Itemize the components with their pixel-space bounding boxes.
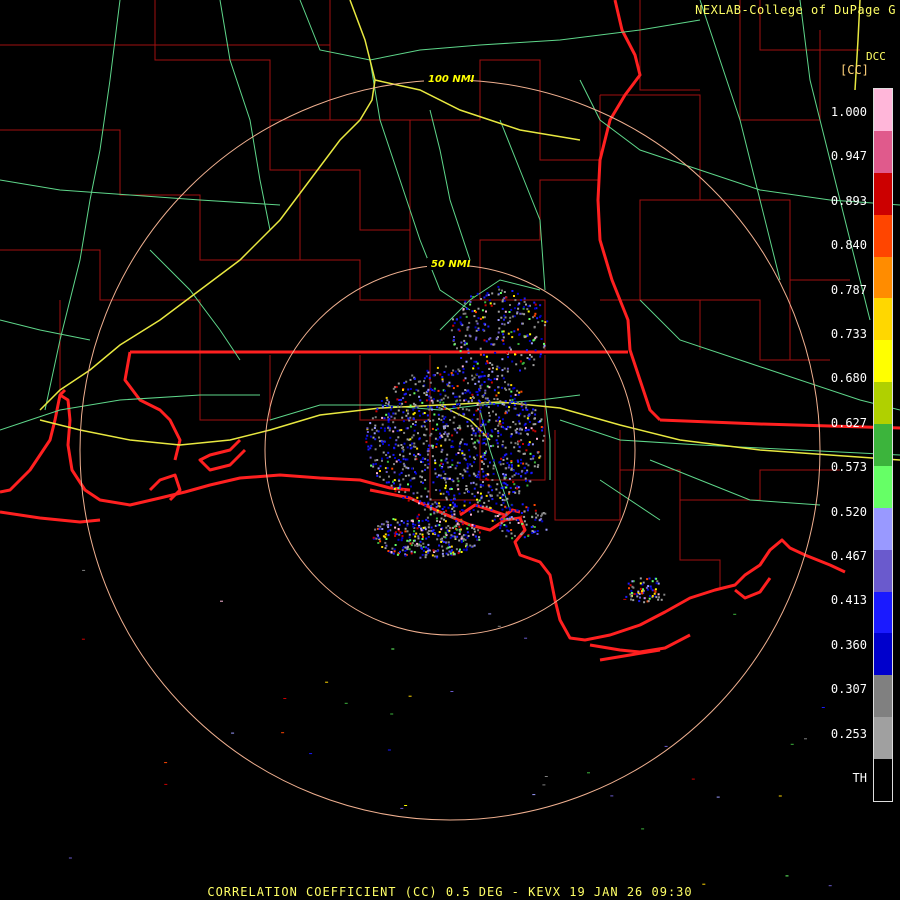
colorbar-segment [874,214,892,257]
colorbar [873,88,893,802]
colorbar-segment [874,675,892,718]
colorbar-segment [874,130,892,173]
colorbar-tick-label: 0.520 [830,504,867,519]
range-ring-label-50: 50 NMI [431,259,471,270]
colorbar-tick-label: 0.467 [830,549,867,563]
colorbar-tick-label: 0.680 [830,371,867,386]
colorbar-segment [874,256,892,299]
colorbar-tick-label: 0.893 [830,193,867,208]
colorbar-tick-label: 0.253 [830,726,867,741]
colorbar-segment [874,298,892,341]
radar-map: 100 NMI 50 NMI [0,0,900,900]
credit-text: NEXLAB-College of DuPage G [695,3,896,17]
colorbar-tick-label: 0.307 [830,682,867,697]
colorbar-tick-label: 0.787 [830,282,867,297]
colorbar-tick-label: 0.733 [830,327,867,341]
colorbar-segment [874,382,892,424]
colorbar-tick-label: 0.627 [830,415,867,430]
colorbar-tick-label: 0.360 [830,637,867,652]
product-title: CORRELATION COEFFICIENT (CC) 0.5 DEG - K… [207,885,693,899]
colorbar-unit: [CC] [840,63,869,77]
colorbar-segment [874,424,892,466]
colorbar-segment [874,172,892,215]
range-ring-label-100: 100 NMI [428,74,475,85]
credit-mark: G [888,3,896,17]
colorbar-segment [874,340,892,383]
colorbar-tick-label: TH [852,771,867,785]
colorbar-segment [874,633,892,676]
colorbar-tick-label: 0.413 [830,593,867,608]
colorbar-tick-label: 0.840 [830,238,867,253]
station-code: DCC [866,50,886,63]
colorbar-tick-label: 0.573 [830,460,867,475]
colorbar-tick-label: 0.947 [830,149,867,164]
colorbar-segment [874,717,892,759]
colorbar-segment [874,759,892,801]
colorbar-tick-label: 1.000 [830,105,867,119]
colorbar-segment [874,549,892,592]
colorbar-segment [874,89,892,131]
colorbar-segment [874,465,892,508]
colorbar-segment [874,591,892,634]
colorbar-segment [874,507,892,550]
